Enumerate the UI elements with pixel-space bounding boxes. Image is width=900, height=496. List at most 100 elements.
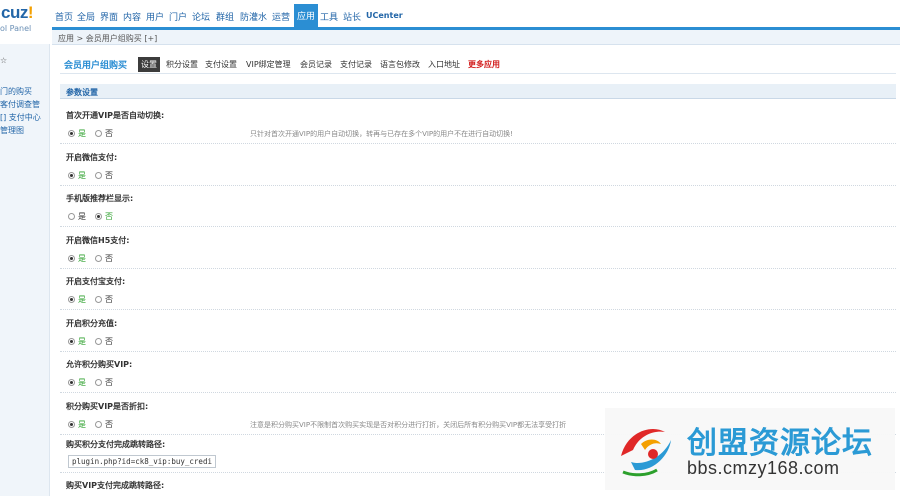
sidebar-item-survey[interactable]: 客付调查管 — [0, 99, 40, 110]
radio-group: 是 否 — [68, 293, 122, 305]
nav-interface[interactable]: 界面 — [100, 10, 118, 23]
radio-yes-label[interactable]: 是 — [78, 294, 86, 305]
tab-credit-settings[interactable]: 积分设置 — [166, 59, 198, 70]
radio-group: 是 否 — [68, 335, 122, 347]
radio-yes-label[interactable]: 是 — [78, 336, 86, 347]
setting-label: 开启积分充值: — [66, 319, 118, 328]
section-title: 参数设置 — [66, 88, 98, 97]
setting-label: 开启微信支付: — [66, 153, 118, 162]
sidebar-item-manage[interactable]: 管理图 — [0, 125, 24, 136]
nav-webmaster[interactable]: 站长 — [343, 10, 361, 23]
row-divider — [60, 268, 896, 269]
radio-no-label[interactable]: 否 — [105, 170, 113, 181]
radio-no[interactable] — [95, 254, 102, 262]
radio-yes-label[interactable]: 是 — [78, 211, 86, 222]
nav-content[interactable]: 内容 — [123, 10, 141, 23]
setting-label: 购买积分支付完成跳转路径: — [66, 440, 166, 449]
tab-payment-settings[interactable]: 支付设置 — [205, 59, 237, 70]
radio-yes[interactable] — [68, 295, 75, 303]
tab-payment-records[interactable]: 支付记录 — [340, 59, 372, 70]
nav-groups[interactable]: 群组 — [216, 10, 234, 23]
radio-no-label[interactable]: 否 — [105, 253, 113, 264]
tab-more-apps[interactable]: 更多应用 — [468, 59, 500, 70]
radio-yes-label[interactable]: 是 — [78, 377, 86, 388]
radio-yes[interactable] — [68, 378, 75, 386]
radio-yes-label[interactable]: 是 — [78, 128, 86, 139]
setting-hint: 只针对首次开通VIP的用户自动切换，转再与已存在多个VIP的用户不在进行自动切换… — [250, 130, 513, 138]
radio-group: 是 否 — [68, 127, 122, 139]
setting-label: 积分购买VIP是否折扣: — [66, 402, 149, 411]
sidebar-item-vip-buy[interactable]: 门的购买 — [0, 86, 32, 97]
row-divider — [60, 226, 896, 227]
radio-no-label[interactable]: 否 — [105, 211, 113, 222]
radio-yes-label[interactable]: 是 — [78, 253, 86, 264]
radio-group: 是 否 — [68, 169, 122, 181]
logo-brand: cuz! — [1, 3, 34, 22]
top-nav: 首页 全局 界面 内容 用户 门户 论坛 群组 防灌水 运营 应用 工具 站长 … — [52, 0, 900, 30]
nav-antispam[interactable]: 防灌水 — [240, 10, 267, 23]
radio-group: 是 否 — [68, 376, 122, 388]
radio-no-label[interactable]: 否 — [105, 294, 113, 305]
row-divider — [60, 185, 896, 186]
sidebar-item-pay-center[interactable]: [] 支付中心 — [0, 112, 41, 123]
logo: cuz! ol Panel — [0, 0, 52, 44]
radio-no[interactable] — [95, 129, 102, 137]
radio-no-label[interactable]: 否 — [105, 128, 113, 139]
setting-label: 首次开通VIP是否自动切换: — [66, 111, 165, 120]
nav-users[interactable]: 用户 — [146, 10, 164, 23]
page-title: 会员用户组购买 — [64, 61, 128, 71]
radio-yes[interactable] — [68, 171, 75, 179]
radio-yes[interactable] — [68, 420, 75, 428]
radio-group: 是 否 — [68, 252, 122, 264]
tab-entry-url[interactable]: 入口地址 — [428, 59, 460, 70]
radio-yes[interactable] — [68, 129, 75, 137]
nav-tools[interactable]: 工具 — [320, 10, 338, 23]
breadcrumb-text[interactable]: 应用 > 会员用户组购买 [+] — [58, 33, 157, 44]
radio-no[interactable] — [95, 171, 102, 179]
watermark-logo-icon — [621, 429, 671, 477]
radio-group: 是 否 — [68, 210, 122, 222]
radio-group: 是 否 — [68, 418, 122, 430]
star-icon[interactable]: ☆ — [0, 56, 7, 65]
watermark: 创盟资源论坛 bbs.cmzy168.com — [605, 408, 895, 490]
sidebar: ☆ 门的购买 客付调查管 [] 支付中心 管理图 — [0, 44, 50, 496]
nav-home[interactable]: 首页 — [55, 10, 73, 23]
section-header: 参数设置 — [60, 84, 896, 99]
setting-label: 购买VIP支付完成跳转路径: — [66, 481, 165, 490]
setting-label: 允许积分购买VIP: — [66, 360, 133, 369]
breadcrumb: 应用 > 会员用户组购买 [+] — [52, 30, 900, 45]
tab-member-records[interactable]: 会员记录 — [300, 59, 332, 70]
row-divider — [60, 351, 896, 352]
setting-label: 开启支付宝支付: — [66, 277, 126, 286]
tab-divider — [60, 73, 896, 74]
radio-no[interactable] — [95, 212, 102, 220]
tab-vip-binding[interactable]: VIP绑定管理 — [246, 59, 291, 70]
radio-yes[interactable] — [68, 337, 75, 345]
radio-no[interactable] — [95, 378, 102, 386]
radio-yes-label[interactable]: 是 — [78, 170, 86, 181]
radio-no[interactable] — [95, 420, 102, 428]
radio-no[interactable] — [95, 295, 102, 303]
tab-settings[interactable]: 设置 — [138, 57, 160, 72]
radio-no-label[interactable]: 否 — [105, 377, 113, 388]
tab-language-pack[interactable]: 语言包修改 — [380, 59, 420, 70]
credits-redirect-input[interactable] — [68, 455, 216, 468]
row-divider — [60, 143, 896, 144]
radio-yes-label[interactable]: 是 — [78, 419, 86, 430]
radio-yes[interactable] — [68, 212, 75, 220]
row-divider — [60, 309, 896, 310]
nav-operations[interactable]: 运营 — [272, 10, 290, 23]
radio-no[interactable] — [95, 337, 102, 345]
nav-forum[interactable]: 论坛 — [192, 10, 210, 23]
nav-apps[interactable]: 应用 — [294, 4, 319, 27]
radio-no-label[interactable]: 否 — [105, 336, 113, 347]
nav-global[interactable]: 全局 — [77, 10, 95, 23]
setting-label: 手机版推荐栏显示: — [66, 194, 134, 203]
nav-ucenter[interactable]: UCenter — [366, 11, 403, 20]
setting-hint: 注意是积分购买VIP不限制首次购买实现是否对积分进行打折，关闭后所有积分购买VI… — [250, 421, 567, 429]
radio-no-label[interactable]: 否 — [105, 419, 113, 430]
radio-yes[interactable] — [68, 254, 75, 262]
setting-label: 开启微信H5支付: — [66, 236, 130, 245]
watermark-title: 创盟资源论坛 — [687, 426, 873, 461]
nav-portal[interactable]: 门户 — [169, 10, 187, 23]
